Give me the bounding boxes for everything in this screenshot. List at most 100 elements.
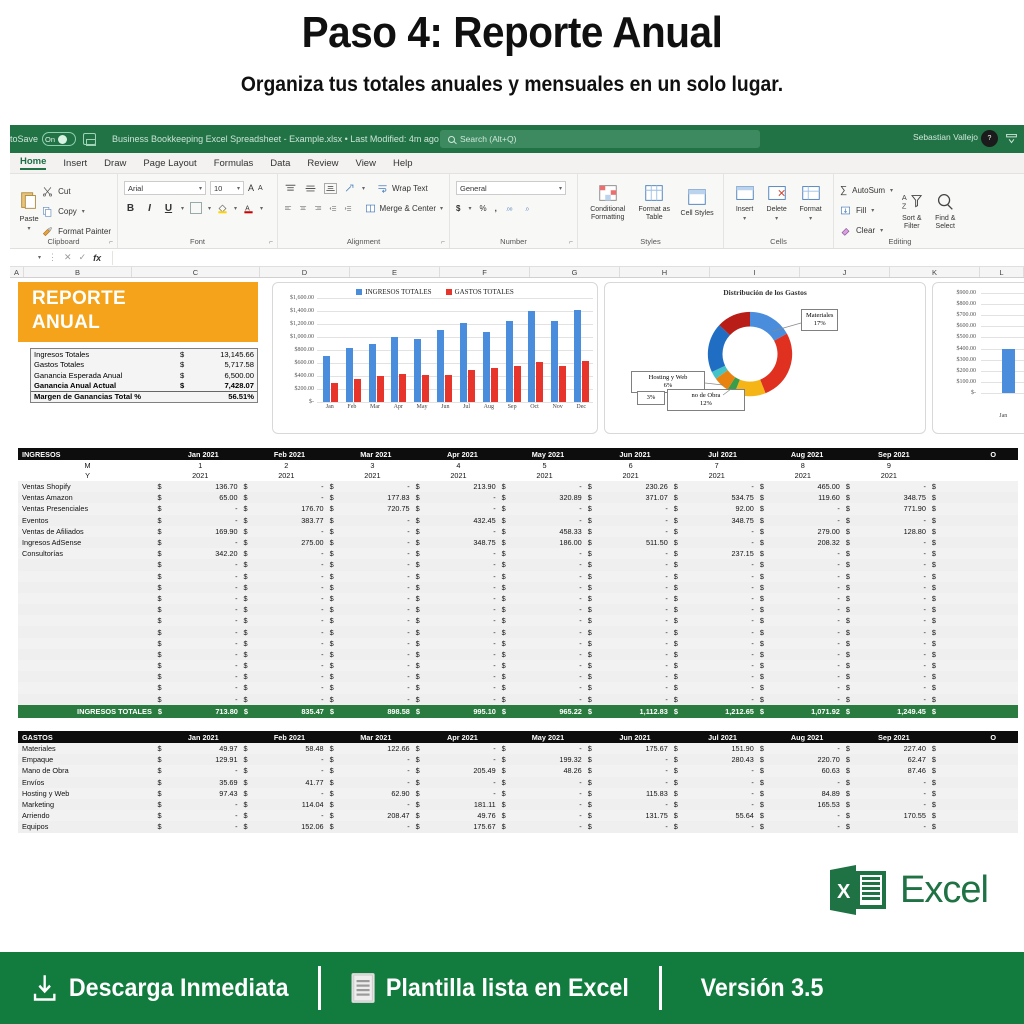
table-cell[interactable]: $ bbox=[932, 661, 1018, 670]
delete-cells-button[interactable]: Delete ▾ bbox=[761, 180, 792, 222]
table-cell[interactable]: $ - bbox=[588, 639, 674, 648]
table-cell[interactable]: $511.50 bbox=[588, 538, 674, 547]
table-cell[interactable]: $ - bbox=[244, 672, 330, 681]
bar[interactable] bbox=[467, 370, 475, 402]
table-cell[interactable]: $ - bbox=[588, 594, 674, 603]
column-header-a[interactable]: A bbox=[10, 267, 24, 277]
table-cell[interactable]: $ - bbox=[416, 650, 502, 659]
table-cell[interactable]: $ - bbox=[416, 616, 502, 625]
tab-view[interactable]: View bbox=[356, 158, 376, 169]
table-row[interactable]: Arriendo $ - $ - $208.47 $49.76 $ - $131.75 $55.64… bbox=[18, 810, 1018, 822]
table-cell[interactable]: $ - bbox=[416, 778, 502, 787]
table-cell[interactable]: $ - bbox=[244, 616, 330, 625]
table-cell[interactable]: $465.00 bbox=[760, 482, 846, 491]
table-cell[interactable]: $ - bbox=[588, 650, 674, 659]
table-cell[interactable]: $ - bbox=[502, 822, 588, 831]
chevron-down-icon[interactable]: ▾ bbox=[208, 205, 211, 212]
table-cell[interactable]: $ - bbox=[244, 789, 330, 798]
table-cell[interactable]: $ - bbox=[674, 527, 760, 536]
table-cell[interactable]: $ - bbox=[157, 672, 243, 681]
table-cell[interactable]: $220.70 bbox=[760, 755, 846, 764]
bar[interactable] bbox=[513, 366, 521, 402]
table-cell[interactable]: $ - bbox=[157, 695, 243, 704]
ribbon-display-options-icon[interactable] bbox=[1005, 132, 1018, 145]
table-cell[interactable]: $58.48 bbox=[244, 744, 330, 753]
avatar[interactable]: ? bbox=[981, 130, 998, 147]
summary-row[interactable]: Gastos Totales $ 5,717.58 bbox=[31, 360, 257, 371]
table-row[interactable]: $ - $ - $ - $ - $ - $ - $ - $ - $ - $ bbox=[18, 626, 1018, 638]
tab-home[interactable]: Home bbox=[20, 156, 47, 170]
table-cell[interactable]: $115.83 bbox=[588, 789, 674, 798]
font-family-select[interactable]: Arial ▾ bbox=[124, 181, 206, 195]
table-cell[interactable]: $ bbox=[932, 778, 1018, 787]
table-cell[interactable]: $ - bbox=[760, 811, 846, 820]
table-cell[interactable]: $ bbox=[932, 605, 1018, 614]
table-cell[interactable]: $ - bbox=[760, 672, 846, 681]
table-cell[interactable]: $ - bbox=[416, 744, 502, 753]
cell-styles-button[interactable]: Cell Styles bbox=[677, 180, 717, 222]
table-cell[interactable]: $ - bbox=[846, 800, 932, 809]
table-row[interactable]: Ventas de Afiliados $169.90 $ - $ - $ - $458.33 $… bbox=[18, 525, 1018, 537]
table-cell[interactable]: $ - bbox=[674, 639, 760, 648]
table-cell[interactable]: $ bbox=[932, 560, 1018, 569]
column-header-i[interactable]: I bbox=[710, 267, 800, 277]
conditional-formatting-button[interactable]: Conditional Formatting bbox=[584, 180, 631, 222]
table-cell[interactable]: $175.67 bbox=[588, 744, 674, 753]
bar[interactable] bbox=[391, 337, 399, 402]
column-header-k[interactable]: K bbox=[890, 267, 980, 277]
table-cell[interactable]: $ bbox=[932, 572, 1018, 581]
table-cell[interactable]: $ - bbox=[760, 605, 846, 614]
table-cell[interactable]: $ - bbox=[846, 572, 932, 581]
table-cell[interactable]: $ - bbox=[244, 605, 330, 614]
summary-row[interactable]: Margen de Ganancias Total % 56.51% bbox=[31, 391, 257, 402]
table-cell[interactable]: $771.90 bbox=[846, 504, 932, 513]
table-cell[interactable]: $ - bbox=[846, 650, 932, 659]
insert-cells-button[interactable]: Insert ▾ bbox=[730, 180, 759, 222]
table-row[interactable]: Empaque $129.91 $ - $ - $ - $199.32 $ - $280.43 $220… bbox=[18, 754, 1018, 766]
table-cell[interactable]: $ bbox=[932, 744, 1018, 753]
table-cell[interactable]: $ bbox=[932, 538, 1018, 547]
column-header-e[interactable]: E bbox=[350, 267, 440, 277]
table-cell[interactable]: $ - bbox=[502, 616, 588, 625]
insert-function-icon[interactable]: fx bbox=[93, 253, 101, 263]
table-cell[interactable]: $ - bbox=[416, 695, 502, 704]
table-cell[interactable]: $ - bbox=[416, 789, 502, 798]
table-cell[interactable]: $ - bbox=[244, 683, 330, 692]
table-cell[interactable]: $ - bbox=[674, 628, 760, 637]
table-cell[interactable]: $ - bbox=[416, 549, 502, 558]
table-cell[interactable]: $ - bbox=[502, 504, 588, 513]
tab-help[interactable]: Help bbox=[393, 158, 413, 169]
copy-button[interactable]: Copy ▾ bbox=[42, 201, 111, 221]
bar[interactable] bbox=[330, 382, 338, 402]
table-cell[interactable]: $ - bbox=[330, 572, 416, 581]
bar[interactable] bbox=[490, 367, 498, 402]
table-cell[interactable]: $ - bbox=[416, 527, 502, 536]
table-cell[interactable]: $ bbox=[932, 628, 1018, 637]
bar[interactable] bbox=[399, 373, 407, 402]
bar[interactable] bbox=[437, 329, 445, 402]
increase-indent-icon[interactable] bbox=[344, 203, 352, 214]
table-cell[interactable]: $ bbox=[932, 594, 1018, 603]
table-cell[interactable]: $ - bbox=[157, 766, 243, 775]
chevron-down-icon[interactable]: ▾ bbox=[468, 205, 471, 212]
tab-formulas[interactable]: Formulas bbox=[214, 158, 254, 169]
table-cell[interactable]: $ - bbox=[502, 744, 588, 753]
table-cell[interactable]: $ - bbox=[760, 744, 846, 753]
align-middle-icon[interactable] bbox=[304, 183, 317, 194]
column-header-c[interactable]: C bbox=[132, 267, 260, 277]
table-cell[interactable]: $ bbox=[932, 650, 1018, 659]
bar[interactable] bbox=[322, 355, 330, 402]
table-cell[interactable]: $ - bbox=[588, 683, 674, 692]
table-cell[interactable]: $ - bbox=[674, 538, 760, 547]
table-cell[interactable]: $ - bbox=[674, 683, 760, 692]
table-cell[interactable]: $ - bbox=[244, 650, 330, 659]
table-cell[interactable]: $ - bbox=[674, 605, 760, 614]
table-cell[interactable]: $ - bbox=[760, 650, 846, 659]
document-title[interactable]: Business Bookkeeping Excel Spreadsheet -… bbox=[112, 134, 439, 144]
table-cell[interactable]: $ - bbox=[846, 605, 932, 614]
table-cell[interactable]: $ - bbox=[416, 560, 502, 569]
table-cell[interactable]: $ - bbox=[846, 695, 932, 704]
table-cell[interactable]: $ - bbox=[244, 811, 330, 820]
user-name[interactable]: Sebastian Vallejo bbox=[913, 132, 978, 142]
number-format-select[interactable]: General ▾ bbox=[456, 181, 566, 195]
